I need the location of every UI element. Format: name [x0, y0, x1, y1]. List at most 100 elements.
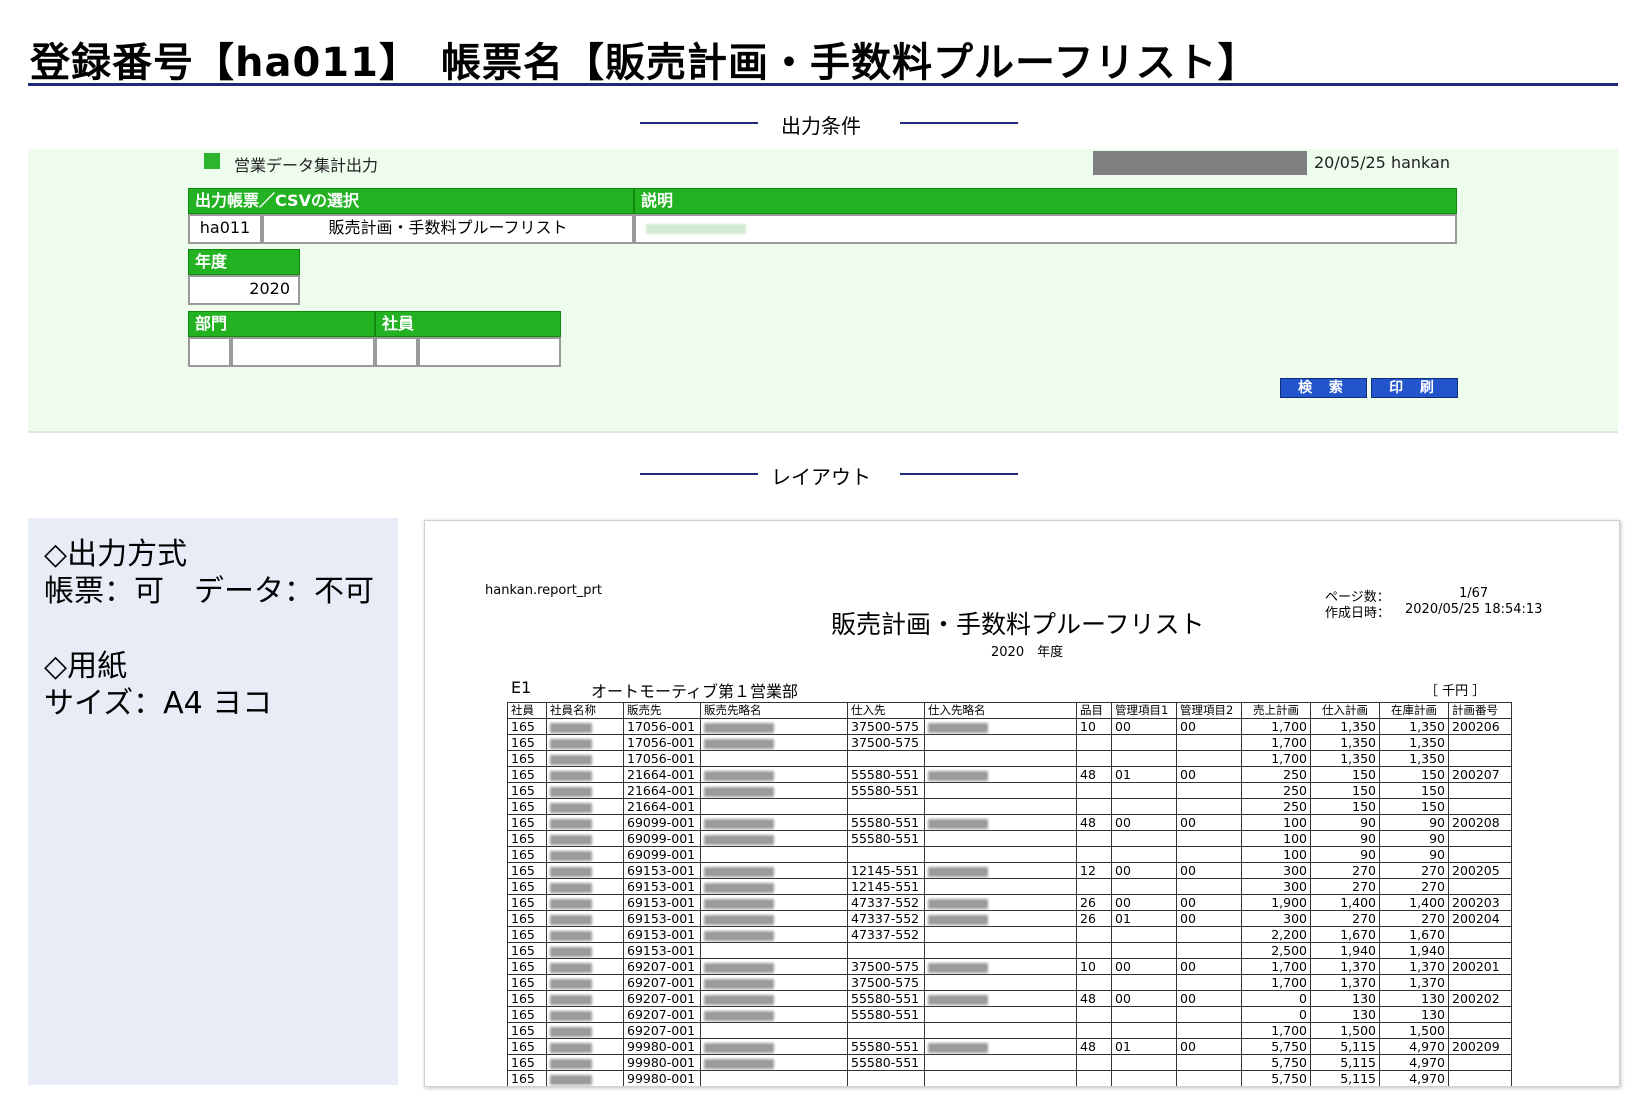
table-cell: [924, 1038, 1077, 1055]
table-cell: [1176, 750, 1242, 767]
department-name-field[interactable]: [231, 337, 375, 367]
table-cell: 1,940: [1310, 942, 1380, 959]
table-cell: [1448, 1006, 1512, 1023]
report-name-cell[interactable]: 販売計画・手数料プルーフリスト: [262, 214, 634, 244]
table-cell: 165: [507, 1038, 547, 1055]
table-row: 165 69207-001 37500-575 10 00 00 1,700 1,370 1,3…: [507, 958, 1512, 975]
table-cell: [924, 814, 1077, 831]
table-cell: 69153-001: [623, 894, 701, 911]
table-cell: 2,200: [1241, 926, 1311, 943]
report-column-header: 販売先略名: [700, 702, 848, 719]
table-cell: 12145-551: [847, 878, 925, 895]
table-cell: 90: [1379, 830, 1449, 847]
table-cell: 165: [507, 750, 547, 767]
table-cell: 00: [1176, 910, 1242, 927]
table-cell: 5,115: [1310, 1054, 1380, 1071]
redacted-text: [928, 962, 988, 973]
table-cell: [700, 766, 848, 783]
table-cell: [1176, 878, 1242, 895]
table-cell: [700, 1006, 848, 1023]
table-cell: 1,670: [1310, 926, 1380, 943]
table-cell: 69099-001: [623, 830, 701, 847]
redacted-text: [550, 1074, 592, 1085]
employee-name-field[interactable]: [418, 337, 561, 367]
table-cell: [546, 910, 624, 927]
table-cell: [700, 926, 848, 943]
table-cell: [1448, 846, 1512, 863]
redacted-text: [928, 818, 988, 829]
table-cell: [924, 846, 1077, 863]
table-cell: [1111, 878, 1177, 895]
table-cell: 12145-551: [847, 862, 925, 879]
table-cell: [924, 974, 1077, 991]
table-cell: 200208: [1448, 814, 1512, 831]
table-cell: 69099-001: [623, 846, 701, 863]
table-cell: 165: [507, 910, 547, 927]
table-cell: [546, 798, 624, 815]
description-header: 説明: [634, 188, 1457, 214]
redacted-text: [704, 914, 774, 925]
table-cell: 150: [1310, 798, 1380, 815]
report-column-header: 計画番号: [1448, 702, 1512, 719]
department-code: E1: [511, 678, 532, 697]
print-button[interactable]: 印 刷: [1371, 378, 1458, 398]
table-cell: 150: [1379, 798, 1449, 815]
table-cell: 00: [1176, 894, 1242, 911]
table-cell: 69207-001: [623, 1022, 701, 1039]
table-cell: 1,370: [1379, 958, 1449, 975]
department-name: オートモーティブ第１営業部: [591, 682, 799, 701]
table-cell: 48: [1076, 990, 1112, 1007]
table-cell: 270: [1379, 862, 1449, 879]
table-cell: [546, 814, 624, 831]
redacted-text: [550, 786, 592, 797]
table-cell: 55580-551: [847, 766, 925, 783]
report-column-header: 仕入先: [847, 702, 925, 719]
redacted-text: [550, 1042, 592, 1053]
created-label: 作成日時：: [1325, 606, 1391, 621]
select-header: 出力帳票／CSVの選択: [188, 188, 634, 214]
table-row: 165 17056-001 37500-575 1,700 1,350 1,350: [507, 734, 1512, 751]
table-cell: 69207-001: [623, 1006, 701, 1023]
redacted-text: [704, 1010, 774, 1021]
table-cell: 1,350: [1310, 734, 1380, 751]
table-cell: 130: [1310, 990, 1380, 1007]
table-cell: 90: [1310, 830, 1380, 847]
employee-code-input[interactable]: [375, 337, 418, 367]
table-cell: 69153-001: [623, 878, 701, 895]
table-cell: [700, 862, 848, 879]
table-cell: 69153-001: [623, 926, 701, 943]
table-cell: [546, 734, 624, 751]
table-cell: [700, 894, 848, 911]
paper-heading: ◇用紙: [44, 649, 128, 684]
redacted-text: [928, 914, 988, 925]
redacted-text: [550, 1026, 592, 1037]
department-code-input[interactable]: [188, 337, 231, 367]
table-cell: [924, 1006, 1077, 1023]
table-row: 165 69099-001 55580-551 100 90 90: [507, 830, 1512, 847]
table-cell: [546, 926, 624, 943]
table-cell: [1111, 1054, 1177, 1071]
table-cell: 69207-001: [623, 990, 701, 1007]
report-code-cell[interactable]: ha011: [188, 214, 262, 244]
table-row: 165 69153-001 12145-551 12 00 00 300 270 270 2002…: [507, 862, 1512, 879]
table-cell: [847, 942, 925, 959]
table-cell: 165: [507, 734, 547, 751]
table-cell: 1,370: [1310, 974, 1380, 991]
table-cell: [700, 910, 848, 927]
year-input[interactable]: 2020: [188, 275, 300, 305]
table-cell: [1076, 974, 1112, 991]
table-cell: [700, 830, 848, 847]
table-row: 165 99980-001 55580-551 48 01 00 5,750 5,115 4,9…: [507, 1038, 1512, 1055]
table-cell: 90: [1310, 814, 1380, 831]
redacted-text: [928, 722, 988, 733]
table-cell: [924, 942, 1077, 959]
table-cell: 5,750: [1241, 1038, 1311, 1055]
table-cell: 00: [1176, 958, 1242, 975]
table-cell: 1,350: [1379, 718, 1449, 735]
table-row: 165 69153-001 47337-552 26 00 00 1,900 1,400 1,4…: [507, 894, 1512, 911]
table-cell: [1448, 1070, 1512, 1086]
table-cell: [847, 750, 925, 767]
table-cell: 165: [507, 1054, 547, 1071]
table-cell: [700, 1054, 848, 1071]
search-button[interactable]: 検 索: [1280, 378, 1367, 398]
